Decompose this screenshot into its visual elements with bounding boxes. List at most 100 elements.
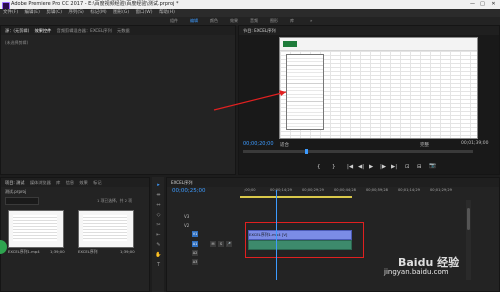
tab-media-browser[interactable]: 媒体浏览器 bbox=[30, 180, 51, 185]
workspace-assembly[interactable]: 组件 bbox=[170, 17, 178, 25]
tab-project[interactable]: 项目: 测试 bbox=[5, 180, 25, 185]
timeline-playhead[interactable] bbox=[276, 190, 277, 280]
menu-marker[interactable]: 标记(M) bbox=[90, 10, 106, 15]
go-to-in-icon[interactable]: |◀ bbox=[347, 164, 353, 170]
workspace-audio[interactable]: 音频 bbox=[250, 17, 258, 25]
project-tabs: 项目: 测试 媒体浏览器 库 信息 效果 标记 bbox=[1, 178, 149, 187]
mark-in-icon[interactable]: { bbox=[317, 164, 321, 170]
type-tool-icon[interactable]: T bbox=[154, 262, 163, 269]
tab-program[interactable]: 节目: EXCEL序列 bbox=[243, 28, 276, 33]
tab-effects[interactable]: 效果 bbox=[79, 180, 87, 185]
selection-tool-icon[interactable]: ▸ bbox=[154, 182, 163, 189]
tab-audio-clip-mixer[interactable]: 音频剪辑混合器：EXCEL序列 bbox=[57, 28, 112, 33]
tab-markers[interactable]: 标记 bbox=[93, 180, 101, 185]
minimize-button[interactable]: — bbox=[468, 0, 477, 9]
excel-logo-icon bbox=[283, 41, 297, 47]
timeline-vertical-scrollbar[interactable] bbox=[466, 200, 471, 280]
bin-item-name: EXCEL序列1.mp4 bbox=[8, 249, 40, 254]
project-search-input[interactable] bbox=[5, 197, 39, 205]
watermark-url: jingyan.baidu.com bbox=[384, 268, 449, 276]
mark-out-icon[interactable]: } bbox=[332, 164, 336, 170]
timeline-ruler[interactable]: ;00;00 00;00;14;29 00;00;29;29 00;00;44;… bbox=[240, 188, 465, 200]
tab-libraries[interactable]: 库 bbox=[56, 180, 60, 185]
export-frame-icon[interactable]: 📷 bbox=[429, 163, 436, 169]
no-clip-label: (未选择剪辑) bbox=[5, 40, 29, 45]
solo-button[interactable]: S bbox=[218, 241, 224, 247]
workspace-effects[interactable]: 效果 bbox=[230, 17, 238, 25]
workspace-color[interactable]: 颜色 bbox=[210, 17, 218, 25]
ruler-tick: 00;01;14;29 bbox=[398, 188, 420, 192]
tab-info[interactable]: 信息 bbox=[66, 180, 74, 185]
maximize-button[interactable]: □ bbox=[478, 0, 487, 9]
ruler-tick: ;00;00 bbox=[244, 188, 256, 192]
ruler-tick: 00;00;44;28 bbox=[334, 188, 356, 192]
workspace-editing[interactable]: 编辑 bbox=[190, 17, 198, 25]
extract-icon[interactable]: ⊟ bbox=[417, 164, 422, 170]
step-back-icon[interactable]: ◀| bbox=[358, 164, 364, 170]
tab-sequence[interactable]: EXCEL序列 bbox=[171, 180, 193, 185]
bin-item-name: EXCEL序列 bbox=[78, 249, 98, 254]
timeline-timecode[interactable]: 00;00;25;00 bbox=[172, 188, 206, 194]
workspace-more[interactable]: » bbox=[310, 17, 312, 25]
bin-item-thumbnail[interactable] bbox=[78, 210, 134, 248]
tab-source[interactable]: 源：(无剪辑) bbox=[5, 28, 29, 33]
step-forward-icon[interactable]: |▶ bbox=[380, 164, 386, 170]
annotation-highlight-box bbox=[245, 222, 364, 258]
title-bar: Adobe Premiere Pro CC 2017 - E:\百度视频经验\百… bbox=[0, 0, 500, 10]
close-button[interactable]: ✕ bbox=[489, 0, 498, 9]
workspace-bar: 组件 编辑 颜色 效果 音频 图形 库 » bbox=[0, 17, 500, 25]
program-scrubber[interactable] bbox=[243, 149, 473, 154]
red-arrow-annotation bbox=[213, 90, 287, 111]
menu-window[interactable]: 窗口(W) bbox=[136, 10, 153, 15]
ruler-tick: 00;00;29;29 bbox=[302, 188, 324, 192]
window-title: Adobe Premiere Pro CC 2017 - E:\百度视频经验\百… bbox=[11, 1, 179, 7]
razor-tool-icon[interactable]: ✂ bbox=[154, 222, 163, 229]
program-playhead[interactable] bbox=[305, 149, 308, 154]
go-to-out-icon[interactable]: ▶| bbox=[391, 164, 397, 170]
program-duration: 00;01;39;00 bbox=[461, 141, 489, 146]
menu-help[interactable]: 帮助(H) bbox=[159, 10, 175, 15]
work-area-bar[interactable] bbox=[240, 196, 352, 198]
timeline-tabs: EXCEL序列 bbox=[167, 178, 499, 187]
ruler-tick: 00;01;29;29 bbox=[430, 188, 452, 192]
resolution-dropdown[interactable]: 完整 bbox=[420, 142, 429, 148]
track-target-a2[interactable]: A2 bbox=[192, 250, 198, 256]
scrollbar-thumb[interactable] bbox=[467, 208, 470, 230]
tab-metadata[interactable]: 元数据 bbox=[117, 28, 130, 33]
workspace-libraries[interactable]: 库 bbox=[290, 17, 294, 25]
track-target-a3[interactable]: A3 bbox=[192, 259, 198, 265]
tab-effect-controls[interactable]: 效果控件 bbox=[35, 28, 52, 33]
voice-over-icon[interactable]: 🎤 bbox=[226, 241, 232, 247]
fit-dropdown[interactable]: 适合 bbox=[280, 142, 289, 148]
bin-item-thumbnail[interactable] bbox=[8, 210, 64, 248]
menu-file[interactable]: 文件(F) bbox=[3, 10, 18, 15]
menu-bar: 文件(F) 编辑(E) 剪辑(C) 序列(S) 标记(M) 图形(G) 窗口(W… bbox=[0, 9, 500, 17]
menu-graphics[interactable]: 图形(G) bbox=[113, 10, 129, 15]
slip-tool-icon[interactable]: ⇤ bbox=[154, 232, 163, 239]
bin-item-duration: 1;39;00 bbox=[50, 249, 65, 254]
rate-stretch-tool-icon[interactable]: ◇ bbox=[154, 212, 163, 219]
track-select-tool-icon[interactable]: ⇹ bbox=[154, 192, 163, 199]
mute-button[interactable]: M bbox=[210, 241, 216, 247]
hand-tool-icon[interactable]: ✋ bbox=[154, 252, 163, 259]
program-video-frame bbox=[279, 37, 478, 139]
menu-clip[interactable]: 剪辑(C) bbox=[46, 10, 62, 15]
track-target-a1[interactable]: A1 bbox=[192, 241, 198, 247]
source-tabs: 源：(无剪辑) 效果控件 音频剪辑混合器：EXCEL序列 元数据 bbox=[1, 26, 235, 35]
excel-ribbon bbox=[280, 38, 477, 51]
ruler-tick: 00;00;59;28 bbox=[366, 188, 388, 192]
lift-icon[interactable]: ⊡ bbox=[405, 164, 410, 170]
project-path: 测试.prproj bbox=[5, 189, 27, 194]
program-timecode[interactable]: 00;00;20;00 bbox=[243, 141, 274, 147]
track-label-v3: V3 bbox=[184, 214, 190, 219]
program-tabs: 节目: EXCEL序列 bbox=[239, 26, 499, 35]
track-label-v2: V2 bbox=[184, 223, 190, 228]
play-icon[interactable]: ▶ bbox=[369, 164, 373, 170]
menu-sequence[interactable]: 序列(S) bbox=[68, 10, 83, 15]
track-target-v1[interactable]: V1 bbox=[192, 231, 198, 237]
pen-tool-icon[interactable]: ✎ bbox=[154, 242, 163, 249]
ripple-edit-tool-icon[interactable]: ⇔ bbox=[154, 202, 163, 209]
workspace-graphics[interactable]: 图形 bbox=[270, 17, 278, 25]
menu-edit[interactable]: 编辑(E) bbox=[25, 10, 40, 15]
bin-item-duration: 1;39;00 bbox=[120, 249, 135, 254]
